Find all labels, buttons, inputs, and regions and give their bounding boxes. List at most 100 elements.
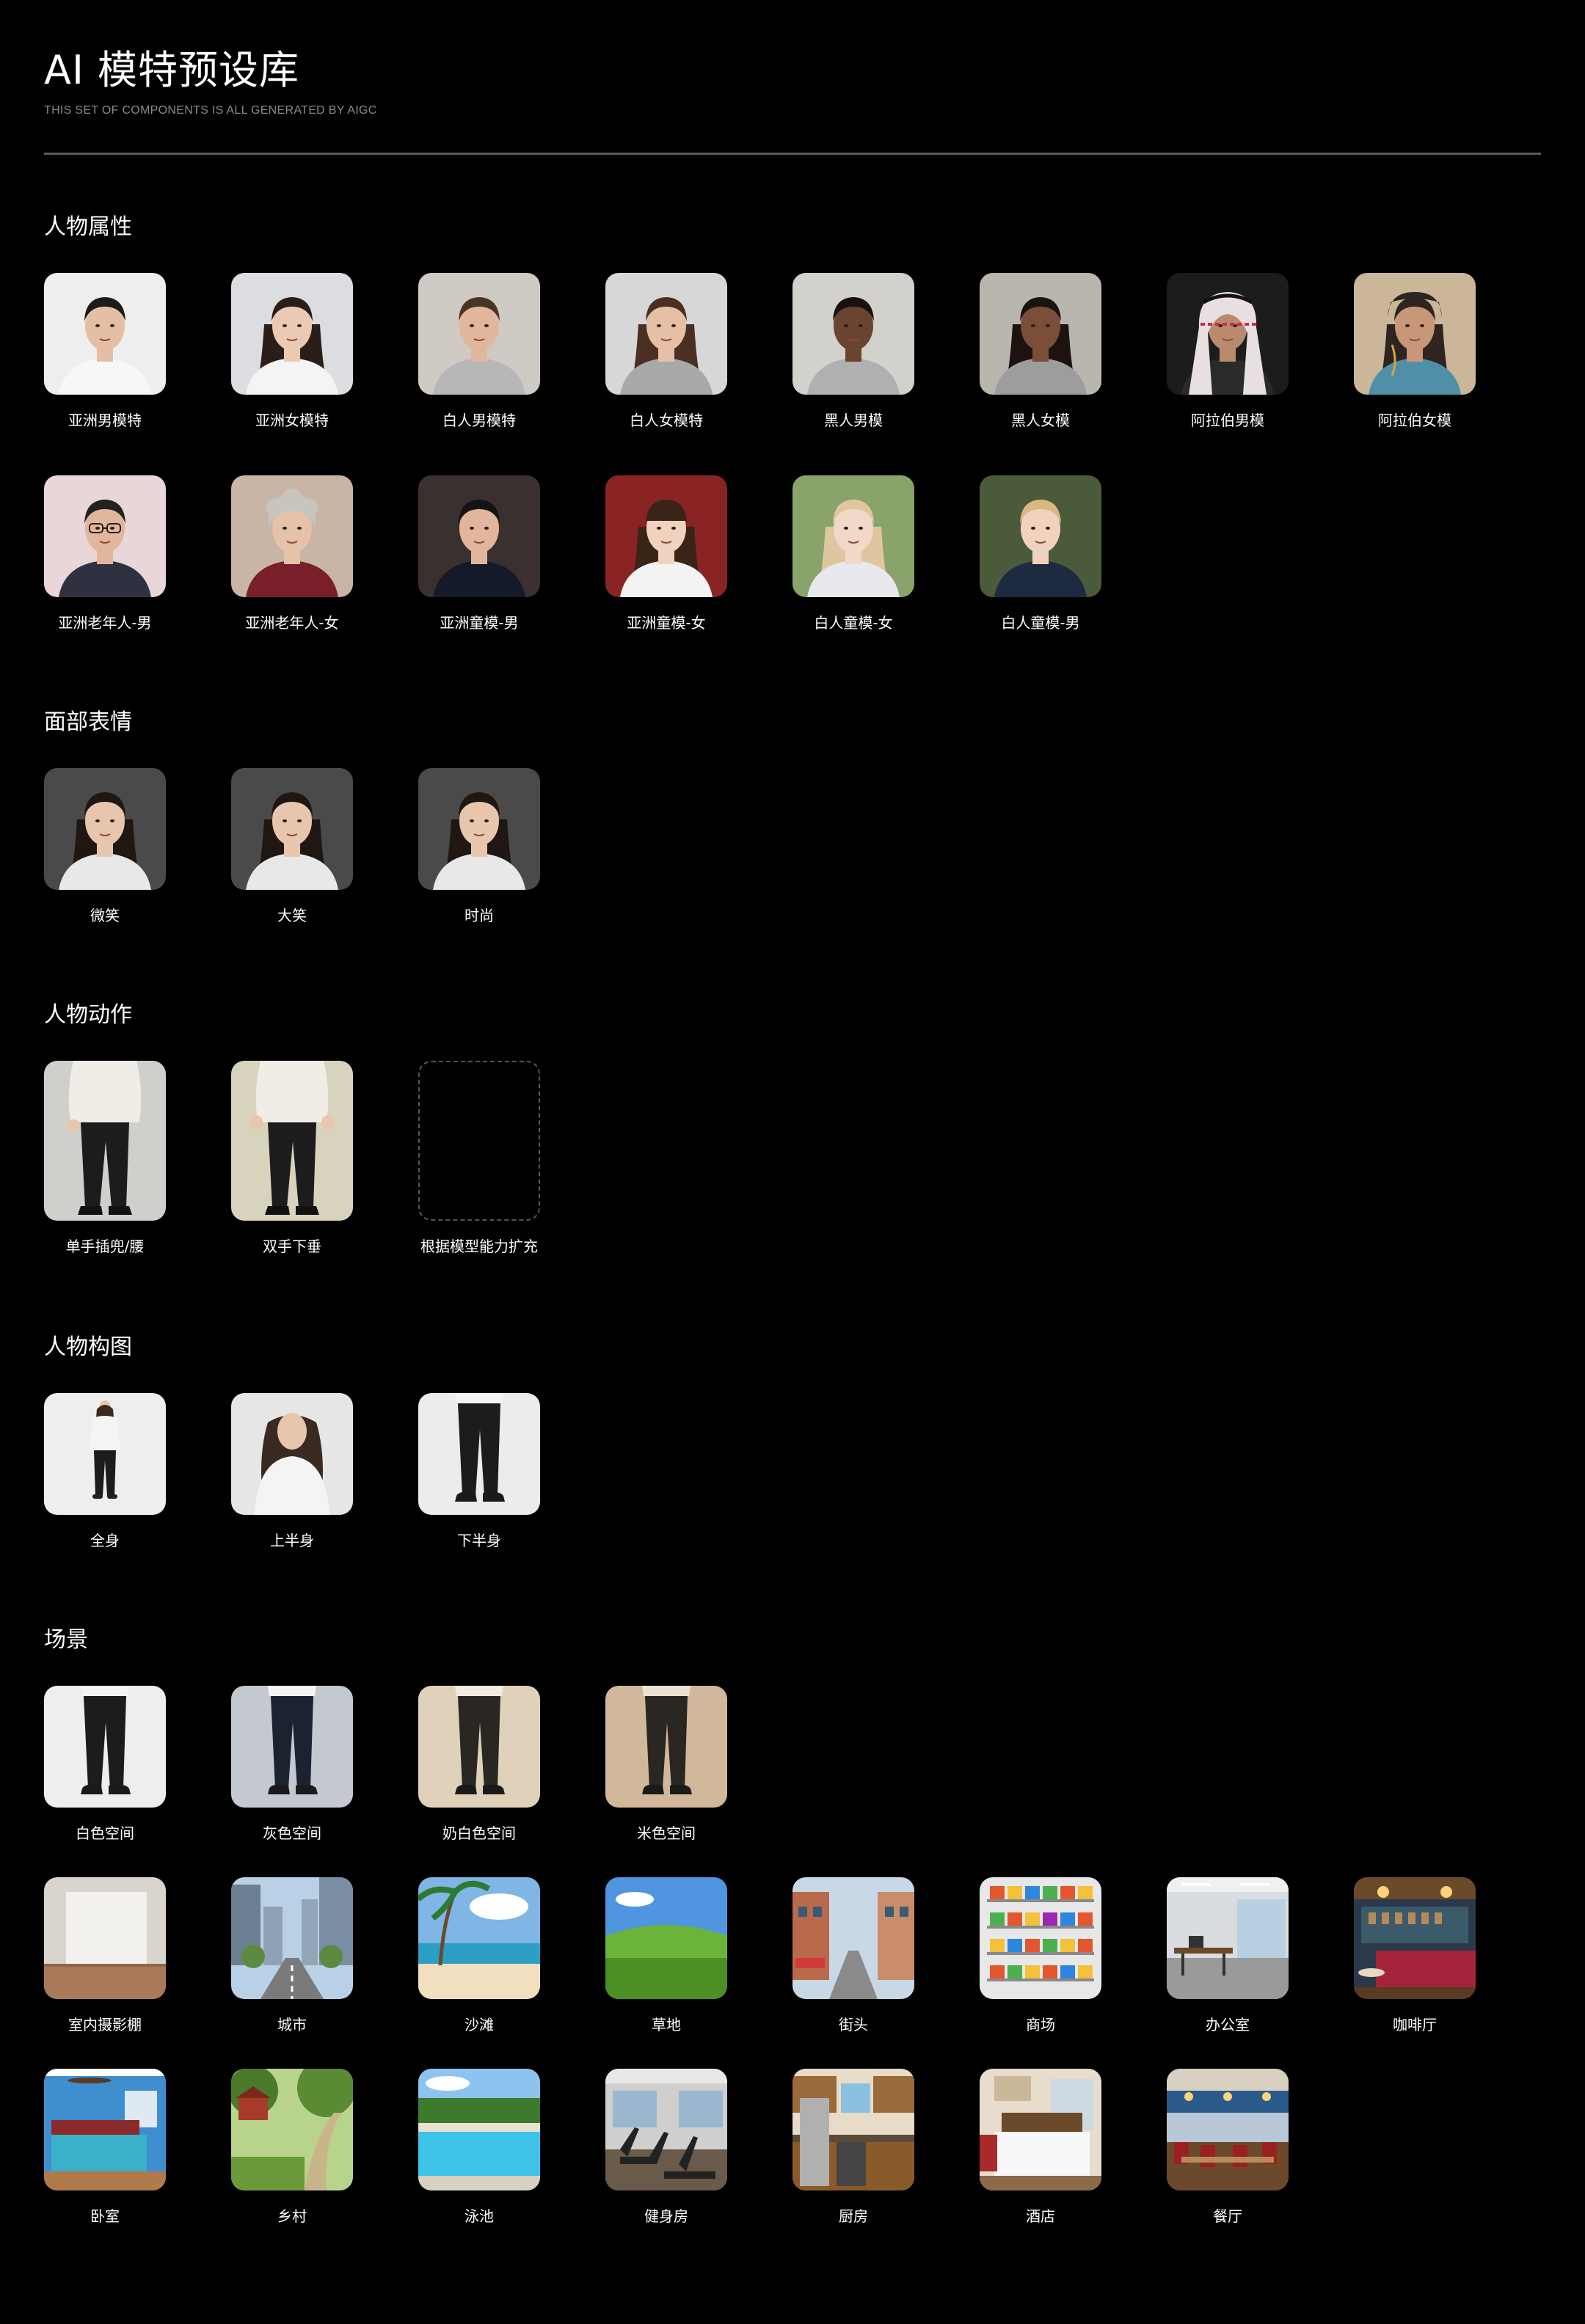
preset-thumbnail[interactable] [231,1393,353,1515]
preset-thumbnail[interactable] [418,1686,540,1808]
preset-card-attributes[interactable]: 阿拉伯男模 [1167,273,1289,430]
section-title-expressions: 面部表情 [44,709,132,735]
preset-thumbnail[interactable] [1167,273,1289,395]
preset-card-scenes[interactable]: 餐厅 [1167,2069,1289,2226]
preset-thumbnail[interactable] [1354,1877,1476,1999]
preset-card-scenes[interactable]: 奶白色空间 [418,1686,540,1843]
preset-card-actions[interactable]: 双手下垂 [231,1061,353,1256]
preset-card-scenes[interactable]: 泳池 [418,2069,540,2226]
preset-label: 亚洲童模-男 [440,614,519,632]
preset-card-scenes[interactable]: 街头 [792,1877,914,2034]
preset-label: 微笑 [90,907,120,924]
preset-thumbnail[interactable] [44,768,166,890]
preset-thumbnail[interactable] [231,768,353,890]
preset-card-scenes[interactable]: 咖啡厅 [1354,1877,1476,2034]
preset-thumbnail[interactable] [44,1061,166,1221]
preset-thumbnail[interactable] [605,475,727,597]
preset-card-attributes[interactable]: 黑人女模 [980,273,1101,430]
preset-thumbnail[interactable] [231,1061,353,1221]
preset-card-composition[interactable]: 上半身 [231,1393,353,1550]
preset-label: 全身 [90,1532,120,1549]
placeholder-thumbnail[interactable] [418,1061,540,1221]
preset-thumbnail[interactable] [44,1686,166,1808]
preset-thumbnail[interactable] [44,1877,166,1999]
preset-card-scenes[interactable]: 酒店 [980,2069,1101,2226]
preset-card-attributes[interactable]: 白人男模特 [418,273,540,430]
preset-card-attributes[interactable]: 亚洲男模特 [44,273,166,430]
preset-thumbnail[interactable] [1167,1877,1289,1999]
section-title-attributes: 人物属性 [44,214,132,240]
preset-card-scenes[interactable]: 灰色空间 [231,1686,353,1843]
preset-card-attributes[interactable]: 白人童模-男 [980,475,1101,632]
preset-card-scenes[interactable]: 乡村 [231,2069,353,2226]
preset-thumbnail[interactable] [44,475,166,597]
preset-card-expressions[interactable]: 大笑 [231,768,353,925]
preset-card-scenes[interactable]: 厨房 [792,2069,914,2226]
preset-card-composition[interactable]: 全身 [44,1393,166,1550]
preset-card-attributes[interactable]: 亚洲童模-女 [605,475,727,632]
preset-thumbnail[interactable] [231,1686,353,1808]
preset-thumbnail[interactable] [605,273,727,395]
preset-thumbnail[interactable] [792,1877,914,1999]
preset-label: 餐厅 [1213,2207,1242,2225]
preset-card-attributes[interactable]: 黑人男模 [792,273,914,430]
preset-thumbnail[interactable] [980,1877,1101,1999]
preset-thumbnail[interactable] [980,273,1101,395]
preset-thumbnail[interactable] [792,475,914,597]
preset-thumbnail[interactable] [980,2069,1101,2190]
preset-card-expressions[interactable]: 时尚 [418,768,540,925]
preset-card-scenes[interactable]: 办公室 [1167,1877,1289,2034]
preset-label: 室内摄影棚 [68,2016,142,2034]
preset-label: 灰色空间 [263,1824,321,1842]
preset-card-expressions[interactable]: 微笑 [44,768,166,925]
preset-card-attributes[interactable]: 亚洲童模-男 [418,475,540,632]
preset-card-scenes[interactable]: 健身房 [605,2069,727,2226]
preset-label: 商场 [1026,2016,1055,2034]
preset-thumbnail[interactable] [605,1686,727,1808]
preset-thumbnail[interactable] [231,475,353,597]
preset-card-attributes[interactable]: 亚洲老年人-女 [231,475,353,632]
preset-thumbnail[interactable] [44,273,166,395]
preset-card-scenes[interactable]: 商场 [980,1877,1101,2034]
preset-thumbnail[interactable] [605,2069,727,2190]
preset-card-scenes[interactable]: 城市 [231,1877,353,2034]
preset-thumbnail[interactable] [231,2069,353,2190]
preset-card-attributes[interactable]: 亚洲老年人-男 [44,475,166,632]
preset-label: 白色空间 [76,1824,134,1842]
preset-card-composition[interactable]: 下半身 [418,1393,540,1550]
preset-label: 厨房 [839,2207,868,2225]
preset-thumbnail[interactable] [418,768,540,890]
preset-thumbnail[interactable] [44,1393,166,1515]
preset-thumbnail[interactable] [44,2069,166,2190]
preset-thumbnail[interactable] [1354,273,1476,395]
preset-thumbnail[interactable] [418,1877,540,1999]
preset-label: 根据模型能力扩充 [420,1238,538,1255]
preset-card-attributes[interactable]: 白人女模特 [605,273,727,430]
preset-card-scenes[interactable]: 白色空间 [44,1686,166,1843]
preset-library-page: AI 模特预设库 THIS SET OF COMPONENTS IS ALL G… [0,0,1585,2324]
preset-card-scenes[interactable]: 草地 [605,1877,727,2034]
preset-thumbnail[interactable] [231,1877,353,1999]
preset-label: 米色空间 [637,1824,696,1842]
preset-card-actions[interactable]: 根据模型能力扩充 [418,1061,540,1256]
preset-thumbnail[interactable] [792,273,914,395]
preset-card-scenes[interactable]: 室内摄影棚 [44,1877,166,2034]
preset-thumbnail[interactable] [980,475,1101,597]
preset-card-attributes[interactable]: 阿拉伯女模 [1354,273,1476,430]
preset-thumbnail[interactable] [605,1877,727,1999]
preset-card-actions[interactable]: 单手插兜/腰 [44,1061,166,1256]
preset-label: 沙滩 [464,2016,494,2034]
preset-card-scenes[interactable]: 沙滩 [418,1877,540,2034]
preset-thumbnail[interactable] [1167,2069,1289,2190]
preset-thumbnail[interactable] [418,2069,540,2190]
preset-thumbnail[interactable] [418,273,540,395]
preset-thumbnail[interactable] [231,273,353,395]
preset-card-scenes[interactable]: 卧室 [44,2069,166,2226]
preset-thumbnail[interactable] [418,475,540,597]
preset-card-attributes[interactable]: 亚洲女模特 [231,273,353,430]
preset-label: 奶白色空间 [442,1824,516,1842]
preset-thumbnail[interactable] [792,2069,914,2190]
preset-card-scenes[interactable]: 米色空间 [605,1686,727,1843]
preset-thumbnail[interactable] [418,1393,540,1515]
preset-card-attributes[interactable]: 白人童模-女 [792,475,914,632]
